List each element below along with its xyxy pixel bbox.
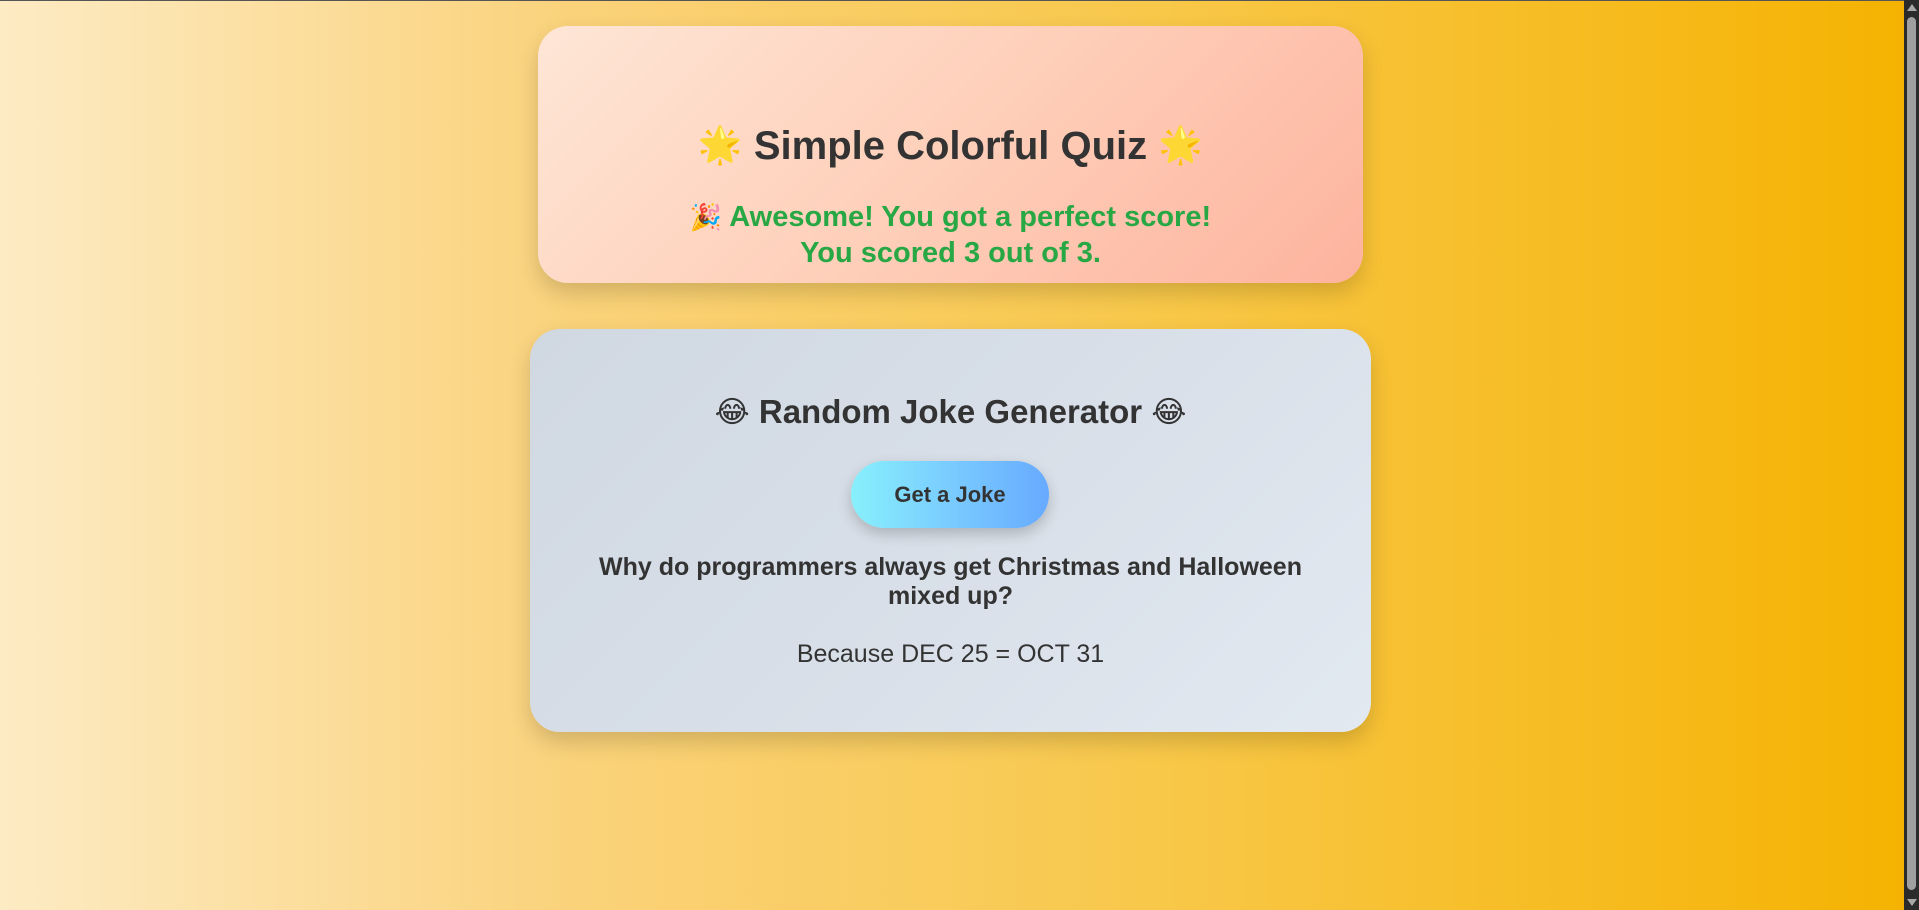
quiz-card: 🌟 Simple Colorful Quiz 🌟 🎉 Awesome! You …	[538, 26, 1363, 283]
window-top-border	[0, 0, 1904, 1]
scrollbar-thumb[interactable]	[1907, 17, 1916, 890]
joke-title-text: Random Joke Generator	[758, 393, 1143, 430]
vertical-scrollbar[interactable]	[1904, 0, 1919, 910]
joke-setup: Why do programmers always get Christmas …	[599, 553, 1302, 610]
party-popper-icon: 🎉	[689, 202, 723, 232]
result-message: Awesome! You got a perfect score!	[729, 201, 1212, 233]
joke-title: 😂 Random Joke Generator 😂	[530, 392, 1371, 433]
scroll-up-arrow-icon[interactable]	[1907, 4, 1917, 11]
laughing-face-icon: 😂	[714, 396, 750, 429]
quiz-title: 🌟 Simple Colorful Quiz 🌟	[538, 116, 1363, 175]
scroll-down-arrow-icon[interactable]	[1907, 899, 1917, 906]
quiz-title-text: Simple Colorful Quiz	[753, 124, 1148, 168]
laughing-face-icon: 😂	[1151, 396, 1187, 429]
quiz-result: 🎉 Awesome! You got a perfect score! You …	[538, 199, 1363, 271]
score-text: You scored 3 out of 3.	[800, 237, 1101, 269]
get-joke-button[interactable]: Get a Joke	[851, 461, 1049, 528]
joke-card: 😂 Random Joke Generator 😂 Get a Joke Why…	[530, 329, 1371, 732]
joke-punchline: Because DEC 25 = OCT 31	[796, 640, 1105, 668]
star-icon: 🌟	[697, 124, 743, 165]
star-icon: 🌟	[1158, 124, 1204, 165]
result-message-line: 🎉 Awesome! You got a perfect score!	[538, 199, 1363, 235]
